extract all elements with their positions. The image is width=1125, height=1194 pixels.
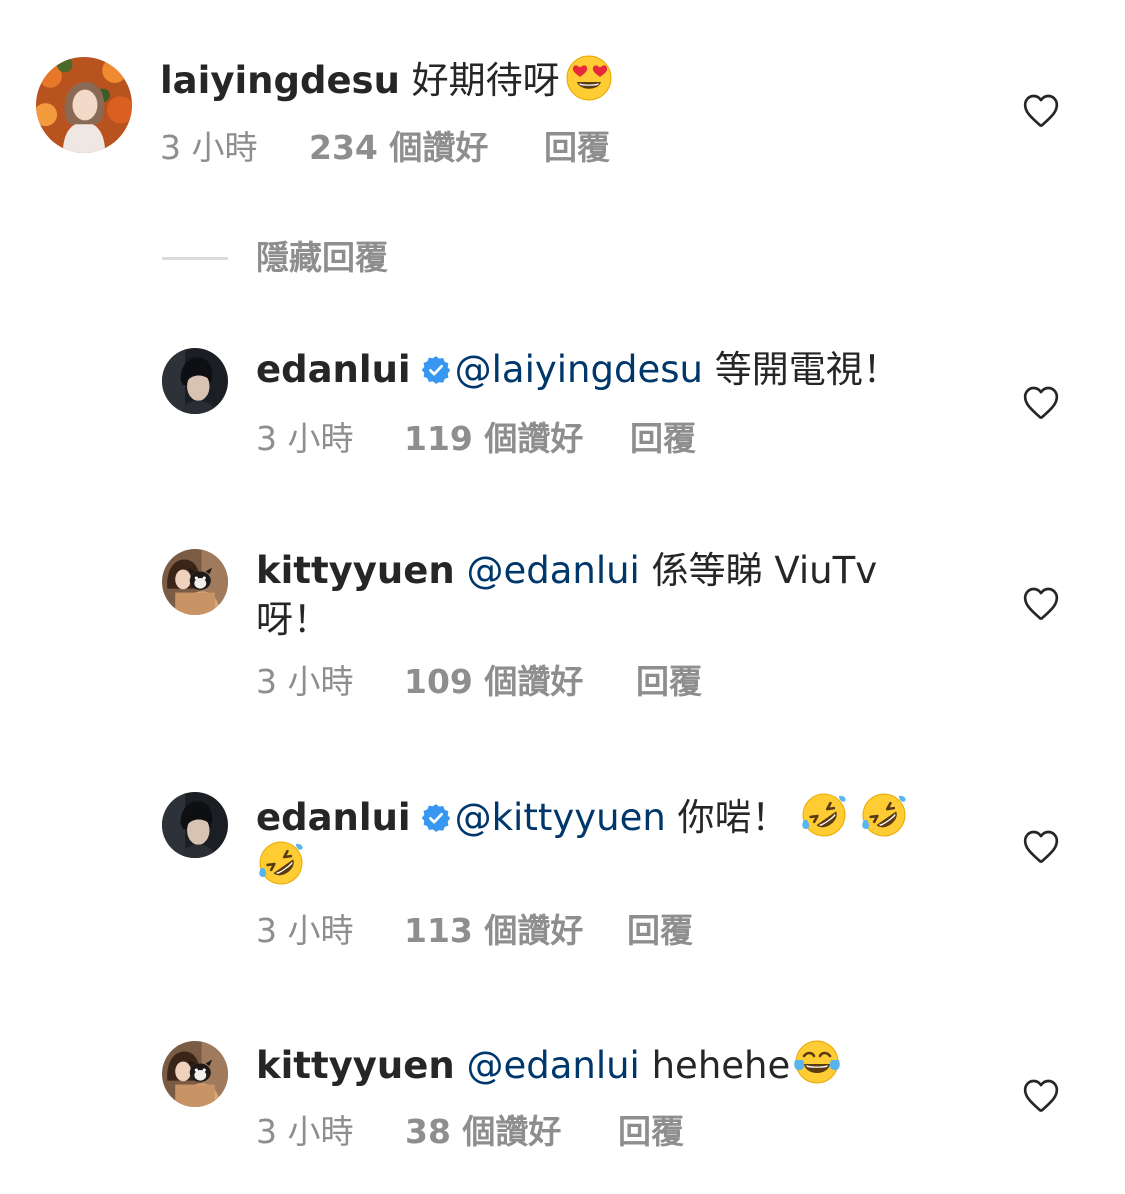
- comment-meta: 3 小時 234 個讚好 回覆: [160, 128, 760, 168]
- heart-outline-icon: [1021, 1076, 1061, 1116]
- like-button[interactable]: [1021, 91, 1061, 131]
- username-link[interactable]: edanlui: [256, 348, 411, 391]
- timestamp[interactable]: 3 小時: [256, 1112, 354, 1152]
- reply-button[interactable]: 回覆: [544, 128, 610, 168]
- comment-text: kittyyuen @edanlui 係等睇 ViuTv: [256, 546, 877, 595]
- comment-text-continued: [256, 838, 306, 890]
- comment-body-line-2: 呀！: [256, 598, 330, 641]
- heart-outline-icon: [1021, 827, 1061, 867]
- avatar[interactable]: [162, 792, 228, 858]
- face-with-tears-of-joy-icon: [792, 1038, 842, 1088]
- username-link[interactable]: edanlui: [256, 796, 411, 839]
- timestamp[interactable]: 3 小時: [160, 128, 258, 168]
- username-link[interactable]: laiyingdesu: [160, 59, 400, 102]
- username-link[interactable]: kittyyuen: [256, 1044, 455, 1087]
- comment-text: edanlui @kittyyuen 你啱！: [256, 790, 909, 842]
- reply-button[interactable]: 回覆: [636, 662, 702, 702]
- comment-body: hehehe: [639, 1044, 791, 1087]
- rolling-on-the-floor-laughing-icon: [859, 790, 909, 840]
- like-count[interactable]: 38 個讚好: [405, 1112, 561, 1152]
- verified-badge-icon: [421, 803, 451, 833]
- avatar-man-dark-portrait-icon: [162, 792, 228, 858]
- comment-text-continued: 呀！: [256, 595, 330, 644]
- avatar[interactable]: [162, 348, 228, 414]
- username-link[interactable]: kittyyuen: [256, 549, 455, 592]
- rolling-on-the-floor-laughing-icon: [799, 790, 849, 840]
- avatar[interactable]: [162, 1041, 228, 1107]
- avatar-woman-with-dog-icon: [162, 1041, 228, 1107]
- reply-button[interactable]: 回覆: [627, 911, 693, 951]
- divider-line: [162, 257, 228, 260]
- timestamp[interactable]: 3 小時: [256, 662, 354, 702]
- avatar-man-dark-portrait-icon: [162, 348, 228, 414]
- mention-link[interactable]: @edanlui: [466, 1044, 639, 1087]
- timestamp[interactable]: 3 小時: [256, 911, 354, 951]
- comment-meta: 3 小時 113 個讚好 回覆: [256, 911, 856, 951]
- comment-body: 你啱！: [665, 796, 789, 839]
- avatar[interactable]: [36, 57, 132, 153]
- hide-replies-label[interactable]: 隱藏回覆: [256, 236, 388, 280]
- like-button[interactable]: [1021, 1076, 1061, 1116]
- like-count[interactable]: 109 個讚好: [404, 662, 583, 702]
- like-count[interactable]: 234 個讚好: [309, 128, 488, 168]
- heart-outline-icon: [1021, 584, 1061, 624]
- avatar-woman-orange-flowers-icon: [36, 57, 132, 153]
- timestamp[interactable]: 3 小時: [256, 419, 354, 459]
- like-count[interactable]: 113 個讚好: [404, 911, 583, 951]
- mention-link[interactable]: @kittyyuen: [455, 796, 666, 839]
- comment-body: 好期待呀: [399, 59, 560, 102]
- like-button[interactable]: [1021, 584, 1061, 624]
- heart-outline-icon: [1021, 383, 1061, 423]
- comment-body: 等開電視！: [702, 348, 900, 391]
- mention-link[interactable]: @edanlui: [466, 549, 639, 592]
- like-count[interactable]: 119 個讚好: [404, 419, 583, 459]
- comment-meta: 3 小時 119 個讚好 回覆: [256, 419, 856, 459]
- reply-button[interactable]: 回覆: [630, 419, 696, 459]
- comment-text: edanlui @laiyingdesu 等開電視！: [256, 345, 900, 394]
- avatar-woman-with-dog-icon: [162, 549, 228, 615]
- comment-text: laiyingdesu 好期待呀: [160, 53, 614, 105]
- smiling-face-with-heart-eyes-icon: [564, 53, 614, 103]
- reply-button[interactable]: 回覆: [618, 1112, 684, 1152]
- heart-outline-icon: [1021, 91, 1061, 131]
- comment-text: kittyyuen @edanlui hehehe: [256, 1038, 842, 1090]
- avatar[interactable]: [162, 549, 228, 615]
- comment-meta: 3 小時 38 個讚好 回覆: [256, 1112, 856, 1152]
- comment-meta: 3 小時 109 個讚好 回覆: [256, 662, 856, 702]
- rolling-on-the-floor-laughing-icon: [256, 838, 306, 888]
- comment-body: 係等睇 ViuTv: [639, 549, 878, 592]
- like-button[interactable]: [1021, 383, 1061, 423]
- verified-badge-icon: [421, 355, 451, 385]
- like-button[interactable]: [1021, 827, 1061, 867]
- mention-link[interactable]: @laiyingdesu: [455, 348, 703, 391]
